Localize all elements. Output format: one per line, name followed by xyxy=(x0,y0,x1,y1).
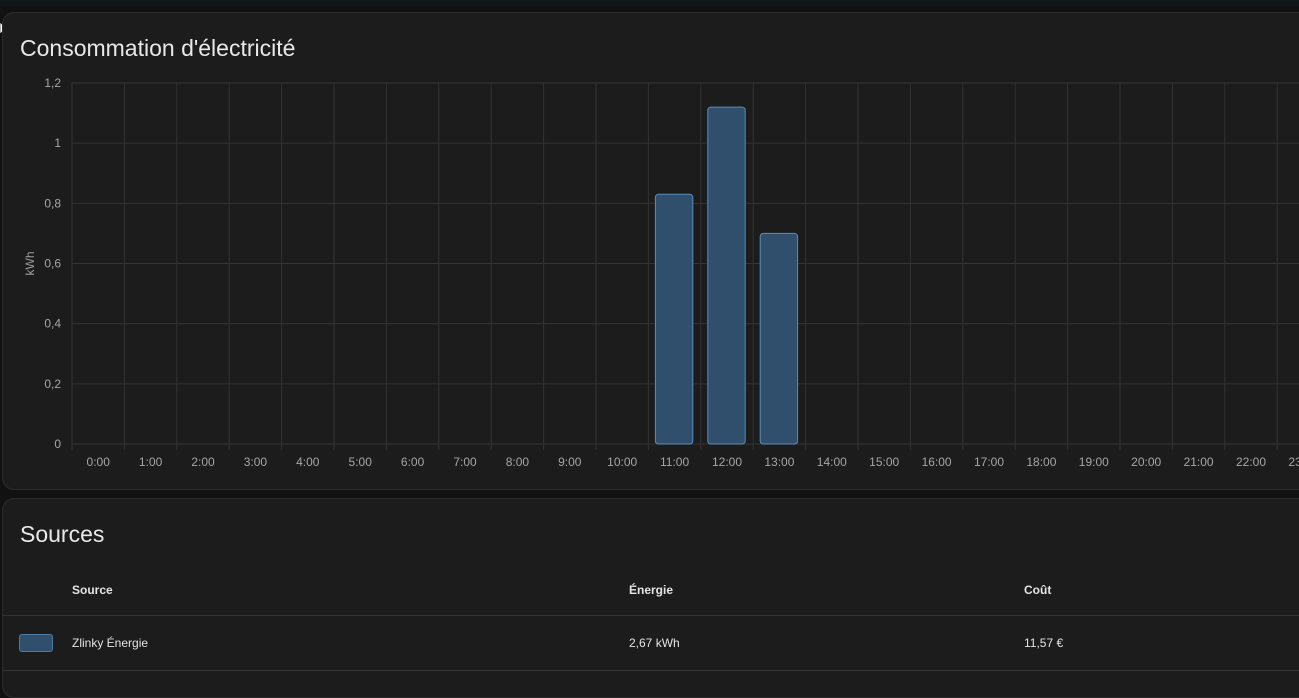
x-tick-label: 23:00 xyxy=(1288,455,1299,469)
x-tick-label: 8:00 xyxy=(506,455,530,469)
x-tick-label: 3:00 xyxy=(244,455,268,469)
energy-column-header[interactable]: Énergie xyxy=(628,565,1023,616)
source-energy-cell: 2,67 kWh xyxy=(628,615,1023,671)
x-tick-label: 17:00 xyxy=(974,455,1004,469)
source-color-cell xyxy=(3,615,71,671)
x-tick-label: 7:00 xyxy=(453,455,477,469)
x-tick-label: 6:00 xyxy=(401,455,425,469)
energy-bar-chart: 0 0,2 0,4 0,6 0,8 1 1,2 0:00 1:00 2:00 3:00 4:00 5:0… xyxy=(23,76,1299,469)
y-axis-label: kWh xyxy=(23,252,37,276)
x-tick-label: 18:00 xyxy=(1026,455,1056,469)
source-column-header[interactable]: Source xyxy=(71,565,628,616)
x-tick-label: 2:00 xyxy=(191,455,215,469)
cost-column-header[interactable]: Coût xyxy=(1023,565,1299,616)
table-row[interactable]: Zlinky Énergie 2,67 kWh 11,57 € xyxy=(3,615,1299,671)
x-tick-label: 21:00 xyxy=(1184,455,1214,469)
bar xyxy=(707,106,746,445)
x-tick-label: 22:00 xyxy=(1236,455,1266,469)
x-tick-label: 10:00 xyxy=(607,455,637,469)
x-tick-label: 1:00 xyxy=(139,455,163,469)
table-header-row: Source Énergie Coût xyxy=(3,565,1299,616)
x-tick-label: 13:00 xyxy=(764,455,794,469)
x-tick-label: 4:00 xyxy=(296,455,320,469)
x-tick-label: 14:00 xyxy=(817,455,847,469)
x-tick-label: 5:00 xyxy=(349,455,373,469)
x-tick-label: 20:00 xyxy=(1131,455,1161,469)
x-tick-label: 11:00 xyxy=(660,455,689,469)
y-tick-label: 0 xyxy=(54,437,61,451)
source-name-cell: Zlinky Énergie xyxy=(71,615,628,671)
sources-card: Sources Source Énergie Coût Zlinky Énerg… xyxy=(2,498,1299,698)
source-color-swatch xyxy=(19,634,53,652)
energy-consumption-card: Consommation d'électricité 0 0,2 0,4 0,6 0,8… xyxy=(2,12,1299,490)
y-tick-label: 1,2 xyxy=(44,76,61,90)
y-tick-label: 0,8 xyxy=(44,196,61,210)
y-tick-label: 0,4 xyxy=(44,317,61,331)
x-tick-label: 15:00 xyxy=(869,455,899,469)
y-tick-label: 0,6 xyxy=(44,257,61,271)
y-tick-label: 1 xyxy=(54,136,61,150)
sources-table: Source Énergie Coût Zlinky Énergie 2,67 … xyxy=(3,565,1299,671)
x-tick-label: 12:00 xyxy=(712,455,742,469)
x-tick-label: 0:00 xyxy=(87,455,111,469)
swatch-column-header xyxy=(3,565,71,616)
x-tick-label: 19:00 xyxy=(1079,455,1109,469)
x-tick-label: 9:00 xyxy=(558,455,582,469)
x-tick-label: 16:00 xyxy=(922,455,952,469)
y-tick-label: 0,2 xyxy=(44,377,61,391)
bar xyxy=(759,232,799,445)
top-bar xyxy=(0,0,1299,6)
bar xyxy=(654,193,694,445)
card-title: Sources xyxy=(20,521,105,547)
source-cost-cell: 11,57 € xyxy=(1023,615,1299,671)
